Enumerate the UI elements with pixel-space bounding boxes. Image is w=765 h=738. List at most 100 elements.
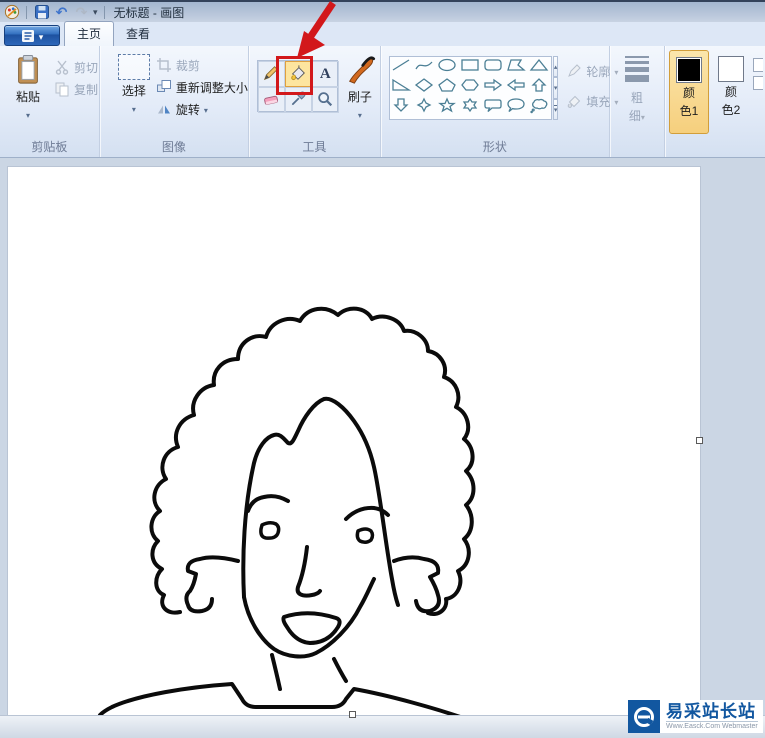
shape-arrow-left[interactable] <box>506 77 526 97</box>
qat-separator <box>26 5 27 19</box>
color-picker-tool-button[interactable] <box>284 87 312 113</box>
application-menu-button[interactable] <box>4 25 60 46</box>
outline-label: 轮廓 <box>586 64 611 79</box>
resize-button[interactable]: 重新调整大小 <box>156 76 248 98</box>
canvas-resize-handle-bottom[interactable] <box>349 711 356 718</box>
group-shapes: 轮廓 填充 形状 <box>381 46 610 157</box>
group-label-shapes: 形状 <box>482 140 507 154</box>
shape-star-5[interactable] <box>437 97 457 117</box>
brush-button[interactable]: 刷子 <box>340 46 380 139</box>
eraser-icon <box>262 90 280 111</box>
title-bar: ↶ ↷ ▾ 无标题 - 画图 <box>0 0 765 22</box>
watermark-logo-icon <box>628 700 660 733</box>
chevron-down-icon <box>39 29 44 43</box>
canvas-resize-handle-right[interactable] <box>696 437 703 444</box>
ribbon: 粘贴 剪切 复制 剪贴板 选择 <box>0 46 765 158</box>
tab-home[interactable]: 主页 <box>64 21 115 46</box>
undo-icon[interactable]: ↶ <box>53 4 70 21</box>
fill-label: 填充 <box>586 94 611 109</box>
select-button[interactable]: 选择 <box>112 46 156 139</box>
magnifier-tool-button[interactable] <box>311 87 339 113</box>
tab-view[interactable]: 查看 <box>114 22 162 46</box>
fill-icon <box>289 64 307 85</box>
quick-access-toolbar: ↶ ↷ ▾ <box>3 4 108 21</box>
shape-pentagon[interactable] <box>437 77 457 97</box>
qat-dropdown-icon[interactable]: ▾ <box>93 7 98 18</box>
fill-bucket-icon <box>568 95 581 108</box>
text-tool-button[interactable]: A <box>311 61 339 87</box>
paste-icon <box>18 55 38 84</box>
chevron-down-icon <box>641 109 645 123</box>
shape-rectangle[interactable] <box>460 57 480 77</box>
copy-label: 复制 <box>74 82 99 97</box>
canvas-drawing-face <box>98 306 476 715</box>
resize-icon <box>156 80 171 92</box>
color2-swatch <box>718 56 744 82</box>
outline-icon <box>568 64 582 77</box>
color-palette[interactable] <box>753 50 763 157</box>
shape-star-6[interactable] <box>460 97 480 117</box>
pencil-icon <box>262 64 280 85</box>
shape-arrow-right[interactable] <box>483 77 503 97</box>
shape-ellipse[interactable] <box>437 57 457 77</box>
work-area <box>0 158 765 738</box>
text-icon: A <box>319 65 331 82</box>
size-icon <box>624 56 649 82</box>
size-label-line2: 细 <box>629 107 645 124</box>
size-button[interactable]: 粗 细 <box>610 46 664 139</box>
palette-swatch[interactable] <box>753 58 763 72</box>
crop-button[interactable]: 裁剪 <box>156 54 248 76</box>
size-label-line1: 粗 <box>630 91 643 105</box>
brush-label: 刷子 <box>347 90 372 104</box>
shape-gallery <box>388 56 552 120</box>
menu-list-icon <box>21 29 34 42</box>
shape-callout-cloud[interactable] <box>529 97 549 117</box>
watermark: 易采站长站 Www.Easck.Com Webmaster <box>628 700 763 733</box>
color2-label-line2: 色2 <box>721 103 741 117</box>
magnifier-icon <box>316 90 334 111</box>
ribbon-tab-row: 主页 查看 <box>0 21 765 46</box>
pencil-tool-button[interactable] <box>257 61 285 87</box>
shape-arrow-up[interactable] <box>529 77 549 97</box>
shape-callout-rounded[interactable] <box>483 97 503 117</box>
eraser-tool-button[interactable] <box>257 87 285 113</box>
rotate-icon <box>157 105 170 114</box>
color2-button[interactable]: 颜 色2 <box>711 50 751 134</box>
group-clipboard: 粘贴 剪切 复制 剪贴板 <box>0 46 100 157</box>
shape-diamond[interactable] <box>414 77 434 97</box>
paste-button[interactable]: 粘贴 <box>6 46 50 139</box>
rotate-button[interactable]: 旋转 <box>156 98 248 120</box>
resize-label: 重新调整大小 <box>175 80 248 95</box>
shape-triangle[interactable] <box>529 57 549 77</box>
palette-swatch[interactable] <box>753 76 763 90</box>
shape-line[interactable] <box>391 57 411 77</box>
paint-app-icon[interactable] <box>3 4 20 21</box>
copy-button[interactable]: 复制 <box>54 78 98 100</box>
save-icon[interactable] <box>33 4 50 21</box>
shape-rounded-rectangle[interactable] <box>483 57 503 77</box>
shape-star-4[interactable] <box>414 97 434 117</box>
select-icon <box>117 54 150 80</box>
cut-button[interactable]: 剪切 <box>54 56 98 78</box>
group-label-clipboard: 剪贴板 <box>31 140 68 154</box>
drawing-canvas[interactable] <box>8 167 700 715</box>
shape-callout-oval[interactable] <box>506 97 526 117</box>
crop-label: 裁剪 <box>175 58 200 73</box>
shape-right-triangle[interactable] <box>391 77 412 97</box>
cut-label: 剪切 <box>74 60 99 75</box>
tool-grid: A <box>256 60 339 113</box>
fill-tool-button[interactable] <box>284 61 312 87</box>
shape-hexagon[interactable] <box>460 77 480 97</box>
color2-label-line1: 颜 <box>724 85 737 99</box>
shape-arrow-down[interactable] <box>391 97 411 117</box>
group-image: 选择 裁剪 重新调整大小 旋转 图像 <box>100 46 249 157</box>
chevron-down-icon <box>358 107 362 121</box>
crop-icon <box>156 58 171 72</box>
chevron-down-icon <box>132 101 136 115</box>
paste-label: 粘贴 <box>15 90 40 104</box>
window-title: 无标题 - 画图 <box>113 5 185 20</box>
color1-button[interactable]: 颜 色1 <box>669 50 709 134</box>
shape-polygon[interactable] <box>506 57 527 77</box>
redo-icon[interactable]: ↷ <box>73 4 90 21</box>
shape-curve[interactable] <box>414 57 434 77</box>
